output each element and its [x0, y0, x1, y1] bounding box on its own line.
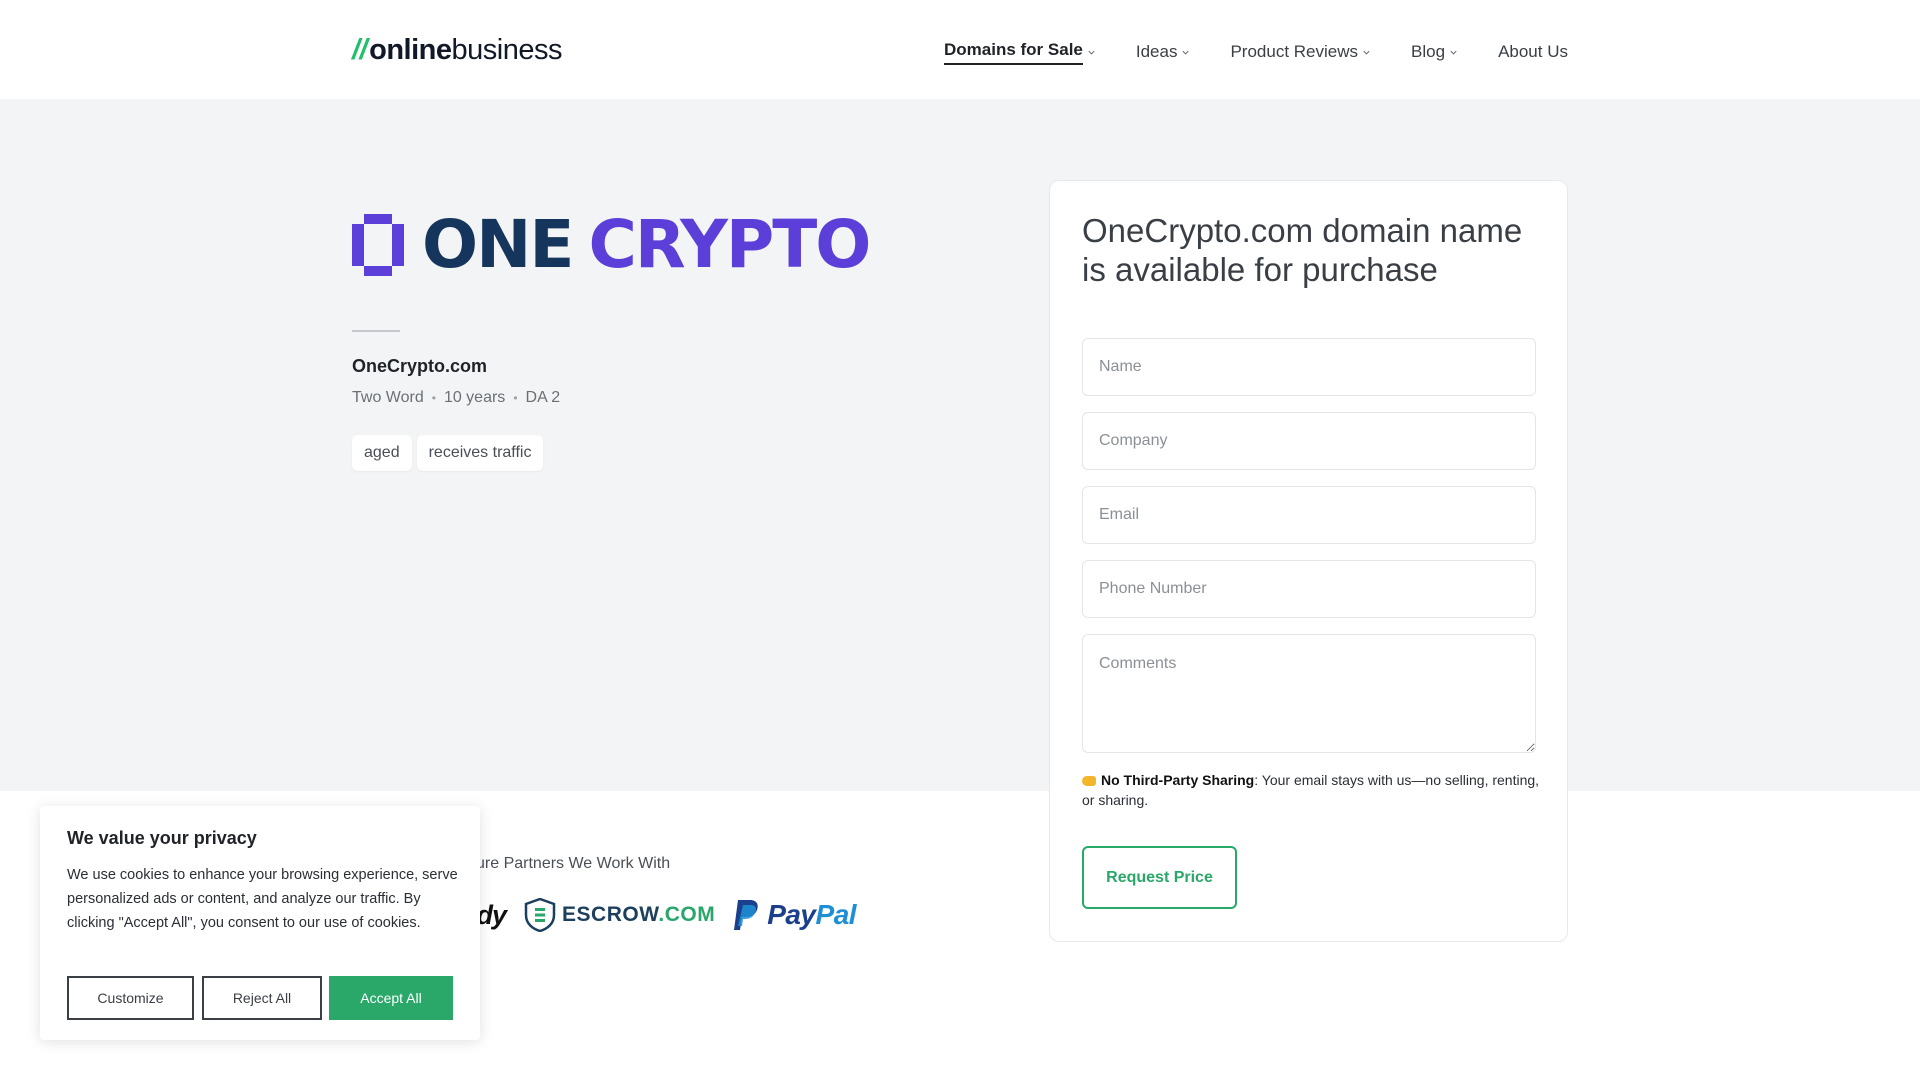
shield-icon — [524, 898, 556, 932]
request-price-button[interactable]: Request Price — [1082, 846, 1237, 909]
logo-slashes: // — [352, 34, 368, 66]
nav-label: Blog — [1411, 42, 1446, 61]
nav-blog[interactable]: Blog — [1411, 38, 1458, 66]
nav-label: Domains for Sale — [944, 40, 1083, 65]
nav-label: About Us — [1498, 42, 1568, 61]
escrow-wordmark: ESCROW.COM — [562, 903, 715, 927]
tag-receives-traffic[interactable]: receives traffic — [416, 435, 544, 471]
divider — [352, 330, 400, 332]
comments-field[interactable] — [1082, 634, 1536, 753]
chevron-down-icon — [1088, 50, 1095, 55]
nav-product-reviews[interactable]: Product Reviews — [1230, 38, 1371, 66]
domain-logo: ONE CRYPTO — [352, 206, 871, 283]
chevron-down-icon — [1450, 50, 1457, 55]
form-title: OneCrypto.com domain name is available f… — [1082, 212, 1523, 288]
site-logo[interactable]: // online business — [352, 34, 562, 67]
privacy-note: No Third-Party Sharing: Your email stays… — [1082, 770, 1542, 810]
nav-label: Product Reviews — [1230, 42, 1359, 61]
nav-about-us[interactable]: About Us — [1498, 38, 1568, 66]
nav-label: Ideas — [1135, 42, 1178, 61]
nav-ideas[interactable]: Ideas — [1136, 38, 1191, 66]
name-field[interactable] — [1082, 338, 1536, 396]
paypal-pal: Pal — [815, 899, 857, 930]
meta-da: DA 2 — [525, 389, 561, 406]
paypal-p-icon — [734, 900, 758, 930]
partners-label: ure Partners We Work With — [476, 855, 671, 872]
onecrypto-mark-icon — [352, 214, 404, 276]
meta-word-count: Two Word — [352, 389, 424, 406]
logo-word-one: ONE — [422, 206, 574, 283]
escrow-logo: ESCROW.COM — [524, 898, 715, 932]
hero-section — [0, 99, 1920, 791]
meta-separator: • — [431, 391, 436, 405]
reject-all-button[interactable]: Reject All — [202, 976, 322, 1020]
cookie-banner: We value your privacy We use cookies to … — [40, 806, 480, 1040]
logo-word-crypto: CRYPTO — [588, 206, 871, 283]
company-field[interactable] — [1082, 412, 1536, 470]
domain-meta: Two Word • 10 years • DA 2 — [352, 389, 560, 407]
domain-name: OneCrypto.com — [352, 356, 488, 376]
chevron-down-icon — [1182, 50, 1190, 55]
logo-online: online — [369, 34, 452, 66]
cookie-title: We value your privacy — [67, 828, 257, 848]
site-header: // online business Domains for Sale Idea… — [0, 0, 1920, 99]
tag-aged[interactable]: aged — [352, 435, 412, 471]
email-field[interactable] — [1082, 486, 1536, 544]
logo-business: business — [451, 34, 563, 66]
domain-logo-text: ONE CRYPTO — [422, 206, 871, 283]
pointing-hand-icon — [1082, 776, 1096, 787]
nav-domains-for-sale[interactable]: Domains for Sale — [944, 38, 1096, 66]
customize-button[interactable]: Customize — [67, 976, 194, 1020]
escrow-suffix: .COM — [658, 903, 716, 926]
purchase-form-card: OneCrypto.com domain name is available f… — [1049, 180, 1568, 942]
accept-all-button[interactable]: Accept All — [329, 976, 453, 1020]
meta-separator: • — [513, 391, 518, 405]
main-nav: Domains for Sale Ideas Product Reviews B… — [904, 38, 1568, 66]
chevron-down-icon — [1363, 50, 1370, 55]
phone-field[interactable] — [1082, 560, 1536, 618]
paypal-pay: Pay — [767, 899, 816, 930]
meta-age: 10 years — [443, 389, 506, 406]
paypal-logo: PayPal — [733, 898, 857, 932]
domain-tags: aged receives traffic — [352, 435, 544, 471]
cookie-text: We use cookies to enhance your browsing … — [67, 867, 458, 931]
privacy-bold: No Third-Party Sharing — [1101, 772, 1255, 788]
paypal-wordmark: PayPal — [767, 899, 856, 931]
partner-logos: ldy ESCROW.COM PayPal — [470, 898, 857, 932]
escrow-name: ESCROW — [562, 903, 659, 926]
